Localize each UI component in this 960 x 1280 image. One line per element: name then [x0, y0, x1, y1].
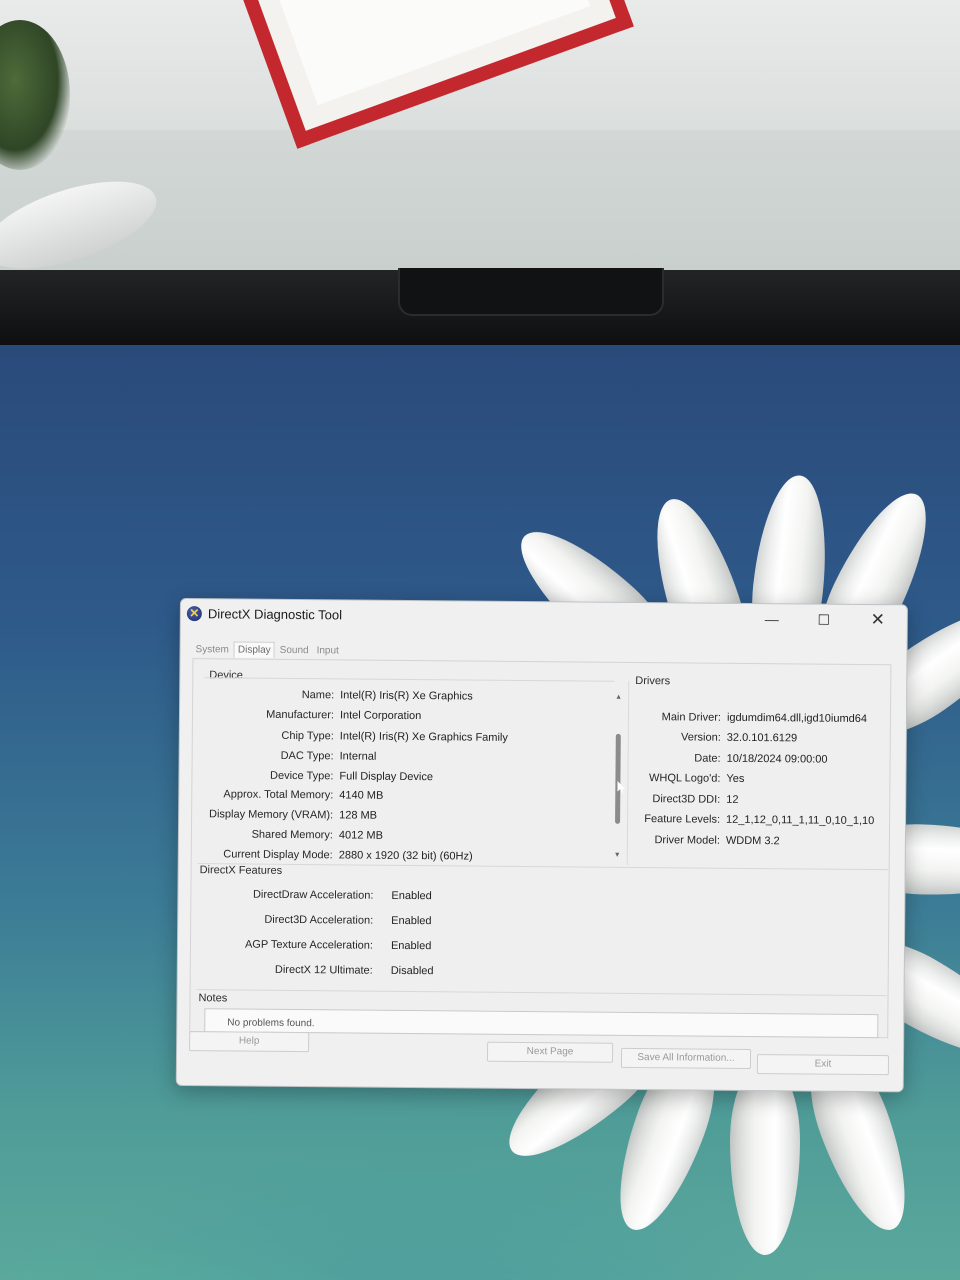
tab-system[interactable]: System: [192, 642, 231, 657]
driver-row-version: Version: 32.0.101.6129: [629, 731, 891, 744]
device-label: Display Memory (VRAM):: [208, 808, 334, 822]
driver-label: Date:: [694, 752, 721, 765]
device-row-name: Name: Intel(R) Iris(R) Xe Graphics: [204, 688, 614, 702]
feature-label: DirectDraw Acceleration:: [252, 888, 374, 902]
device-row-dac-type: DAC Type: Internal: [204, 749, 614, 763]
driver-row-driver-model: Driver Model: WDDM 3.2: [628, 834, 890, 847]
driver-value: Yes: [726, 772, 745, 785]
device-row-chip-type: Chip Type: Intel(R) Iris(R) Xe Graphics …: [204, 729, 614, 744]
driver-row-feature-levels: Feature Levels: 12_1,12_0,11_1,11_0,10_1…: [628, 813, 890, 827]
notes-heading: Notes: [196, 992, 230, 1005]
device-value: 128 MB: [339, 809, 378, 822]
save-all-information-button[interactable]: Save All Information...: [620, 1047, 752, 1069]
title-bar[interactable]: ✕ DirectX Diagnostic Tool — ☐ ✕: [181, 599, 907, 635]
device-value: Internal: [339, 750, 377, 763]
feature-row-agp-texture: AGP Texture Acceleration: Enabled: [197, 938, 617, 953]
feature-value: Enabled: [390, 939, 432, 953]
driver-label: Direct3D DDI:: [652, 793, 721, 806]
device-value: 4140 MB: [339, 789, 384, 802]
notes-text: No problems found.: [227, 1017, 315, 1030]
driver-value: 10/18/2024 09:00:00: [726, 752, 828, 766]
feature-row-direct3d: Direct3D Acceleration: Enabled: [197, 913, 617, 927]
directx-x-icon: ✕: [186, 606, 202, 622]
feature-label: DirectX 12 Ultimate:: [274, 963, 373, 977]
display-tab-panel: Device Name: Intel(R) Iris(R) Xe Graphic…: [189, 658, 892, 1039]
device-label: Approx. Total Memory:: [223, 788, 334, 802]
driver-value: 32.0.101.6129: [726, 731, 798, 745]
feature-value: Enabled: [391, 889, 432, 903]
feature-label: AGP Texture Acceleration:: [244, 938, 374, 952]
device-value: Intel(R) Iris(R) Xe Graphics Family: [339, 730, 508, 744]
directx-features-group: DirectX Features DirectDraw Acceleration…: [196, 863, 888, 989]
feature-row-directdraw: DirectDraw Acceleration: Enabled: [197, 888, 617, 903]
driver-value: WDDM 3.2: [725, 834, 780, 848]
device-label: Device Type:: [270, 769, 334, 783]
device-label: Name:: [301, 689, 335, 702]
device-value: Full Display Device: [339, 770, 434, 784]
driver-label: WHQL Logo'd:: [648, 772, 721, 785]
camera-notch: [398, 268, 664, 316]
device-value: Intel Corporation: [339, 709, 422, 723]
device-label: Current Display Mode:: [223, 848, 333, 862]
notes-group: Notes No problems found.: [196, 989, 887, 1039]
driver-value: 12_1,12_0,11_1,11_0,10_1,10: [726, 813, 875, 828]
driver-label: Driver Model:: [654, 834, 720, 847]
exit-button[interactable]: Exit: [756, 1054, 890, 1076]
feature-row-dx12-ultimate: DirectX 12 Ultimate: Disabled: [197, 963, 617, 977]
device-row-display-mode: Current Display Mode: 2880 x 1920 (32 bi…: [203, 848, 613, 864]
device-label: DAC Type:: [280, 749, 334, 763]
device-label: Chip Type:: [281, 729, 334, 743]
device-scrollbar-thumb[interactable]: [615, 733, 621, 824]
device-value: Intel(R) Iris(R) Xe Graphics: [340, 689, 473, 703]
directx-diagnostic-window: ✕ DirectX Diagnostic Tool — ☐ ✕ System Di…: [175, 598, 908, 1093]
device-row-vram: Display Memory (VRAM): 128 MB: [203, 808, 613, 821]
driver-value: igdumdim64.dll,igd10iumd64: [726, 711, 868, 725]
next-page-button[interactable]: Next Page: [486, 1041, 614, 1063]
feature-label: Direct3D Acceleration:: [264, 913, 374, 927]
driver-value: 12: [726, 793, 739, 806]
features-heading: DirectX Features: [197, 864, 285, 877]
background-room-photo: [0, 0, 960, 300]
driver-label: Feature Levels:: [644, 813, 721, 826]
feature-value: Enabled: [391, 914, 432, 928]
driver-row-whql: WHQL Logo'd: Yes: [628, 772, 890, 785]
scroll-down-arrow-icon[interactable]: ▼: [614, 852, 621, 859]
minimize-button[interactable]: —: [749, 606, 795, 632]
driver-label: Main Driver:: [661, 711, 722, 724]
tab-sound[interactable]: Sound: [277, 643, 312, 658]
device-value: 4012 MB: [338, 829, 384, 842]
maximize-button[interactable]: ☐: [801, 606, 847, 632]
device-row-manufacturer: Manufacturer: Intel Corporation: [204, 708, 614, 722]
device-label: Manufacturer:: [266, 708, 335, 722]
device-info-list[interactable]: Name: Intel(R) Iris(R) Xe Graphics Manuf…: [202, 677, 615, 866]
scroll-up-arrow-icon[interactable]: ▲: [615, 694, 622, 701]
drivers-info-list: Main Driver: igdumdim64.dll,igd10iumd64 …: [626, 680, 892, 868]
driver-row-main-driver: Main Driver: igdumdim64.dll,igd10iumd64: [629, 711, 891, 725]
help-button[interactable]: Help: [189, 1031, 310, 1053]
tab-strip: System Display Sound Input: [192, 639, 343, 658]
device-row-shared-memory: Shared Memory: 4012 MB: [203, 828, 613, 842]
feature-value: Disabled: [390, 964, 434, 978]
driver-row-d3d-ddi: Direct3D DDI: 12: [628, 793, 890, 806]
device-label: Shared Memory:: [251, 828, 333, 842]
device-value: 2880 x 1920 (32 bit) (60Hz): [338, 849, 473, 863]
driver-row-date: Date: 10/18/2024 09:00:00: [629, 752, 891, 765]
device-row-device-type: Device Type: Full Display Device: [204, 769, 614, 783]
wall-frame: [224, 0, 634, 149]
flower-petal: [730, 1065, 800, 1255]
close-button[interactable]: ✕: [855, 607, 901, 633]
window-title: DirectX Diagnostic Tool: [207, 606, 343, 623]
device-row-total-memory: Approx. Total Memory: 4140 MB: [203, 788, 613, 801]
driver-label: Version:: [681, 731, 721, 744]
tab-display[interactable]: Display: [233, 641, 275, 658]
tab-input[interactable]: Input: [314, 643, 342, 658]
